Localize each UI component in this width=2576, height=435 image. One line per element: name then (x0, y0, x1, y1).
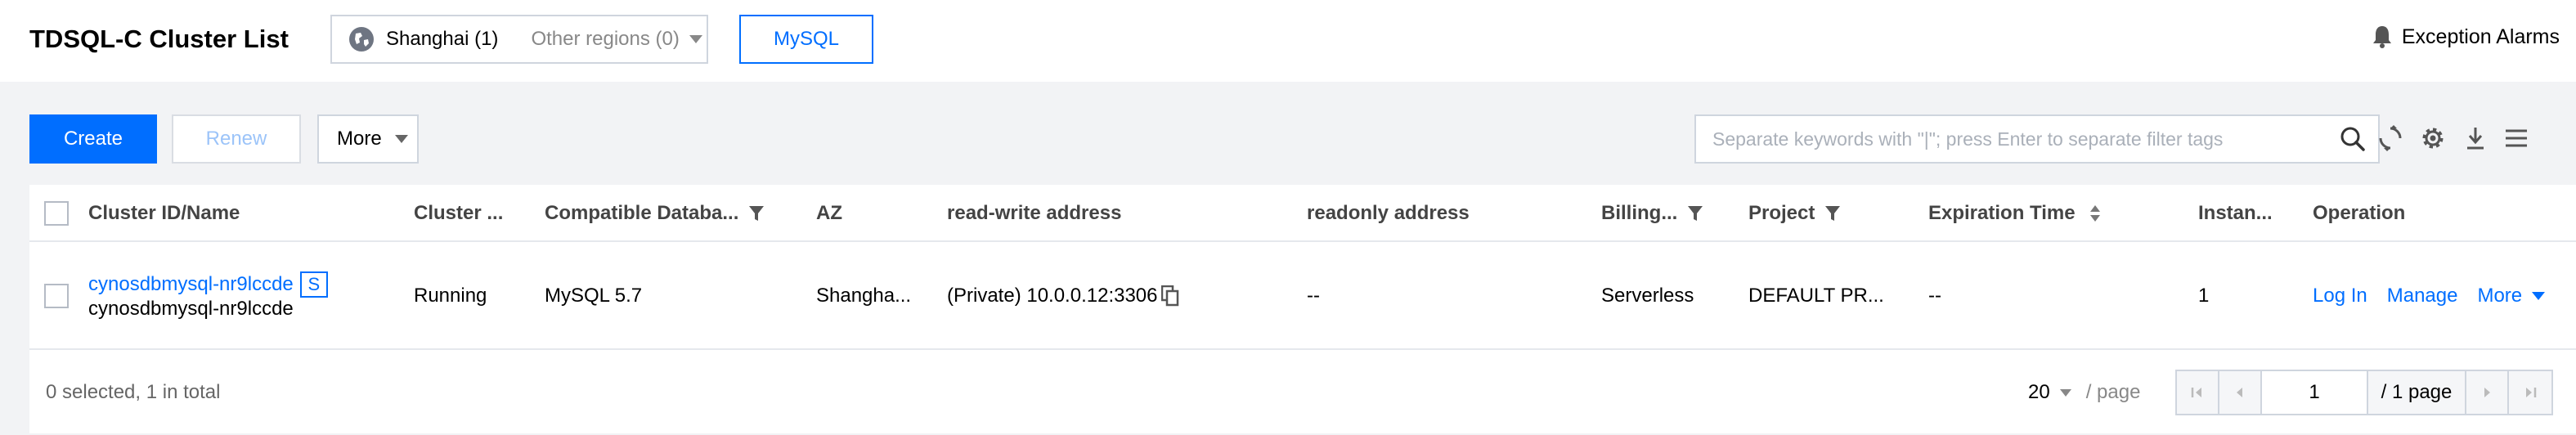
column-header-status: Cluster ... (414, 202, 504, 224)
row-checkbox[interactable] (44, 284, 69, 308)
chevron-down-icon[interactable] (2059, 388, 2071, 397)
copy-icon[interactable] (1160, 285, 1179, 307)
pagination: 1 / 1 page (2175, 370, 2553, 415)
table-row: cynosdbmysql-nr9lccde S cynosdbmysql-nr9… (29, 242, 2576, 350)
status-text: Running (414, 285, 487, 307)
column-header-project-label: Project (1748, 202, 1815, 224)
manage-link[interactable]: Manage (2387, 285, 2458, 307)
page-size-value[interactable]: 20 (2028, 381, 2050, 404)
instances-value: 1 (2198, 285, 2210, 307)
menu-icon[interactable] (2502, 124, 2530, 152)
filter-icon[interactable] (748, 204, 765, 222)
ro-address-value: -- (1307, 285, 1320, 307)
header-checkbox-cell[interactable] (44, 185, 69, 242)
exception-alarms-label[interactable]: Exception Alarms (2402, 25, 2560, 49)
region-current[interactable]: Shanghai (1) (386, 28, 498, 51)
table-footer: 0 selected, 1 in total 20 / page 1 / 1 p… (29, 352, 2576, 433)
column-header-rw-address: read-write address (947, 202, 1122, 224)
page-title: TDSQL-C Cluster List (29, 25, 289, 53)
chevron-down-icon[interactable] (689, 35, 702, 43)
table-header: Cluster ID/Name Cluster ... Compatible D… (29, 185, 2576, 242)
region-other[interactable]: Other regions (0) (531, 28, 679, 51)
row-more-label[interactable]: More (2477, 285, 2522, 307)
next-page-button[interactable] (2466, 371, 2509, 414)
cluster-table: Cluster ID/Name Cluster ... Compatible D… (29, 185, 2576, 352)
column-header-billing-label: Billing... (1601, 202, 1678, 224)
prev-page-button[interactable] (2219, 371, 2262, 414)
billing-value: Serverless (1601, 285, 1694, 307)
first-page-button[interactable] (2177, 371, 2219, 414)
column-header-compatible-database-label: Compatible Databa... (545, 202, 739, 224)
create-button[interactable]: Create (29, 114, 157, 164)
column-header-operation: Operation (2313, 202, 2406, 224)
column-header-billing[interactable]: Billing... (1601, 185, 1703, 242)
prev-page-icon (2237, 388, 2242, 397)
region-selector[interactable]: Shanghai (1) Other regions (0) (330, 15, 708, 64)
exception-alarms-link[interactable]: Exception Alarms (2371, 25, 2560, 49)
column-header-project[interactable]: Project (1748, 185, 1841, 242)
total-pages: / 1 page (2368, 371, 2466, 414)
page-size-selector[interactable]: 20 / page (2028, 352, 2140, 433)
bell-icon (2372, 26, 2391, 48)
search-icon[interactable] (2339, 125, 2367, 153)
row-checkbox-cell[interactable] (44, 242, 69, 350)
search-box[interactable] (1694, 114, 2380, 164)
refresh-icon[interactable] (2376, 124, 2404, 152)
gear-icon[interactable] (2419, 124, 2447, 152)
page-size-unit: / page (2085, 381, 2141, 403)
rw-address-value: (Private) 10.0.0.12:3306 (947, 285, 1158, 307)
column-header-compatible-database[interactable]: Compatible Databa... (545, 185, 765, 242)
current-page-input[interactable]: 1 (2262, 371, 2368, 414)
last-page-button[interactable] (2509, 371, 2551, 414)
column-header-ro-address: readonly address (1307, 202, 1470, 224)
next-page-icon (2484, 388, 2490, 397)
more-actions-label[interactable]: More (337, 128, 382, 150)
column-header-cluster: Cluster ID/Name (88, 202, 240, 224)
top-bar: TDSQL-C Cluster List Shanghai (1) Other … (0, 0, 2576, 82)
column-header-instances: Instan... (2198, 202, 2273, 224)
rw-address-cell: (Private) 10.0.0.12:3306 (947, 242, 1179, 350)
expiration-value: -- (1928, 285, 1941, 307)
project-value: DEFAULT PR... (1748, 285, 1884, 307)
az-value: Shangha... (816, 285, 912, 307)
row-more-dropdown[interactable]: More (2477, 285, 2546, 307)
renew-button[interactable]: Renew (172, 114, 301, 164)
cluster-name: cynosdbmysql-nr9lccde (88, 298, 294, 320)
last-page-icon (2526, 388, 2537, 397)
selection-summary: 0 selected, 1 in total (46, 381, 221, 403)
download-icon[interactable] (2462, 124, 2489, 152)
serverless-badge: S (299, 271, 328, 298)
column-header-expiration-label: Expiration Time (1928, 202, 2076, 224)
cluster-id-line: cynosdbmysql-nr9lccde S (88, 271, 328, 298)
filter-icon[interactable] (1824, 204, 1841, 222)
cluster-id-link[interactable]: cynosdbmysql-nr9lccde (88, 273, 294, 296)
cluster-cell: cynosdbmysql-nr9lccde S cynosdbmysql-nr9… (88, 242, 328, 350)
chevron-down-icon[interactable] (2532, 292, 2546, 300)
login-link[interactable]: Log In (2313, 285, 2367, 307)
search-input[interactable] (1696, 116, 2339, 162)
tab-mysql[interactable]: MySQL (739, 15, 873, 64)
sort-icon[interactable] (2089, 204, 2102, 223)
filter-icon[interactable] (1687, 204, 1703, 222)
select-all-checkbox[interactable] (44, 201, 69, 226)
column-header-expiration[interactable]: Expiration Time (1928, 185, 2102, 242)
column-header-az: AZ (816, 202, 842, 224)
operation-cell: Log In Manage More (2313, 242, 2546, 350)
first-page-icon (2191, 388, 2201, 397)
chevron-down-icon[interactable] (394, 135, 408, 143)
compatible-database-value: MySQL 5.7 (545, 285, 643, 307)
globe-icon (349, 27, 374, 52)
more-actions-button[interactable]: More (317, 114, 419, 164)
